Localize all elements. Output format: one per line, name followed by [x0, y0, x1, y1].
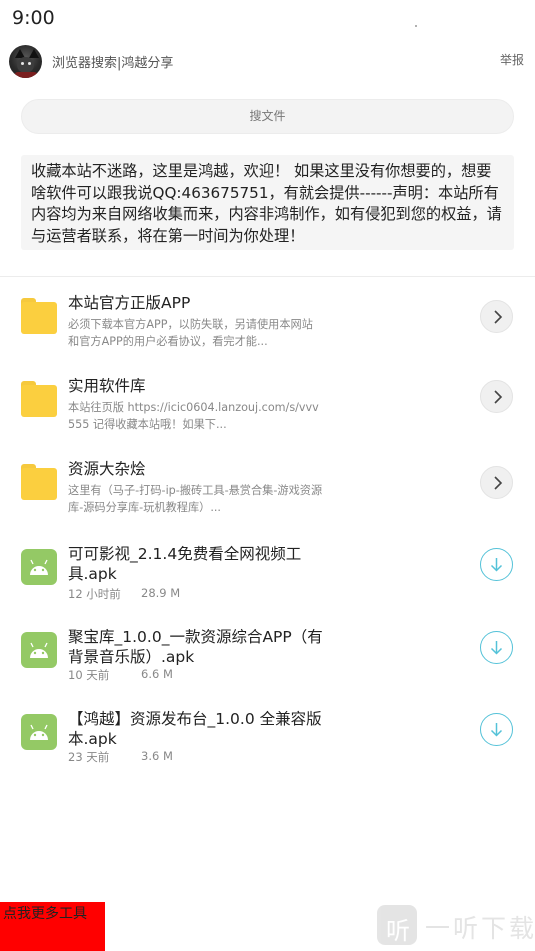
search-input[interactable]: 搜文件 — [21, 99, 514, 134]
folder-icon — [21, 464, 57, 500]
folder-item[interactable]: 资源大杂烩 这里有（马子-打码-ip-搬砖工具-悬赏合集-游戏资源库-源码分享库… — [0, 451, 535, 533]
watermark-char: 听 — [386, 917, 410, 945]
open-folder-button[interactable] — [480, 380, 513, 413]
more-tools-button[interactable]: 点我更多工具 — [0, 902, 105, 951]
folder-title: 资源大杂烩 — [68, 460, 146, 478]
watermark-logo: 听 一听下载 — [377, 903, 534, 947]
report-link[interactable]: 举报 — [500, 51, 524, 68]
file-item[interactable]: 聚宝库_1.0.0_一款资源综合APP（有背景音乐版）.apk 10 天前 6.… — [0, 619, 535, 701]
download-button[interactable] — [480, 713, 513, 746]
folder-title: 实用软件库 — [68, 377, 146, 395]
download-icon — [490, 641, 503, 655]
header: 浏览器搜索|鸿越分享 举报 — [0, 40, 535, 84]
divider — [0, 276, 535, 277]
download-icon — [490, 723, 503, 737]
chevron-right-icon — [494, 476, 503, 490]
status-time: 9:00 — [12, 7, 55, 29]
download-button[interactable] — [480, 631, 513, 664]
watermark-mark: 听 — [377, 905, 417, 945]
folder-desc: 这里有（马子-打码-ip-搬砖工具-悬赏合集-游戏资源库-源码分享库-玩机教程库… — [68, 484, 323, 514]
site-title: 浏览器搜索|鸿越分享 — [52, 56, 174, 71]
file-time: 10 天前 — [68, 668, 110, 682]
download-button[interactable] — [480, 548, 513, 581]
more-tools-label: 点我更多工具 — [3, 906, 87, 922]
file-item[interactable]: 【鸿越】资源发布台_1.0.0 全兼容版本.apk 23 天前 3.6 M — [0, 701, 535, 783]
folder-desc: 本站往页版 https://icic0604.lanzouj.com/s/vvv… — [68, 401, 319, 431]
file-size: 6.6 M — [141, 667, 173, 681]
open-folder-button[interactable] — [480, 300, 513, 333]
file-title: 可可影视_2.1.4免费看全网视频工具.apk — [68, 545, 302, 583]
file-meta: 12 小时前 28.9 M — [68, 586, 180, 602]
chevron-right-icon — [494, 390, 503, 404]
file-time: 12 小时前 — [68, 587, 121, 601]
android-icon — [21, 632, 57, 668]
status-bar: 9:00 — [0, 0, 535, 36]
folder-icon — [21, 298, 57, 334]
download-icon — [490, 558, 503, 572]
file-size: 28.9 M — [141, 586, 181, 600]
folder-desc: 必须下载本官方APP，以防失联，另请使用本网站和官方APP的用户必看协议，看完才… — [68, 318, 313, 348]
file-title: 聚宝库_1.0.0_一款资源综合APP（有背景音乐版）.apk — [68, 628, 323, 666]
notice-box: 收藏本站不迷路，这里是鸿越，欢迎！ 如果这里没有你想要的，想要啥软件可以跟我说Q… — [21, 155, 514, 250]
file-meta: 23 天前 3.6 M — [68, 749, 173, 765]
notice-text: 收藏本站不迷路，这里是鸿越，欢迎！ 如果这里没有你想要的，想要啥软件可以跟我说Q… — [31, 162, 502, 245]
status-dot — [415, 25, 417, 27]
avatar[interactable] — [9, 45, 42, 78]
file-item[interactable]: 可可影视_2.1.4免费看全网视频工具.apk 12 小时前 28.9 M — [0, 536, 535, 618]
folder-item[interactable]: 本站官方正版APP 必须下载本官方APP，以防失联，另请使用本网站和官方APP的… — [0, 285, 535, 367]
file-time: 23 天前 — [68, 750, 110, 764]
open-folder-button[interactable] — [480, 466, 513, 499]
search-placeholder: 搜文件 — [249, 109, 286, 123]
android-icon — [21, 549, 57, 585]
file-meta: 10 天前 6.6 M — [68, 667, 173, 683]
file-title: 【鸿越】资源发布台_1.0.0 全兼容版本.apk — [68, 710, 322, 748]
file-size: 3.6 M — [141, 749, 173, 763]
chevron-right-icon — [494, 310, 503, 324]
android-icon — [21, 714, 57, 750]
folder-title: 本站官方正版APP — [68, 294, 191, 312]
folder-item[interactable]: 实用软件库 本站往页版 https://icic0604.lanzouj.com… — [0, 368, 535, 450]
watermark-text: 一听下载 — [425, 914, 535, 943]
folder-icon — [21, 381, 57, 417]
